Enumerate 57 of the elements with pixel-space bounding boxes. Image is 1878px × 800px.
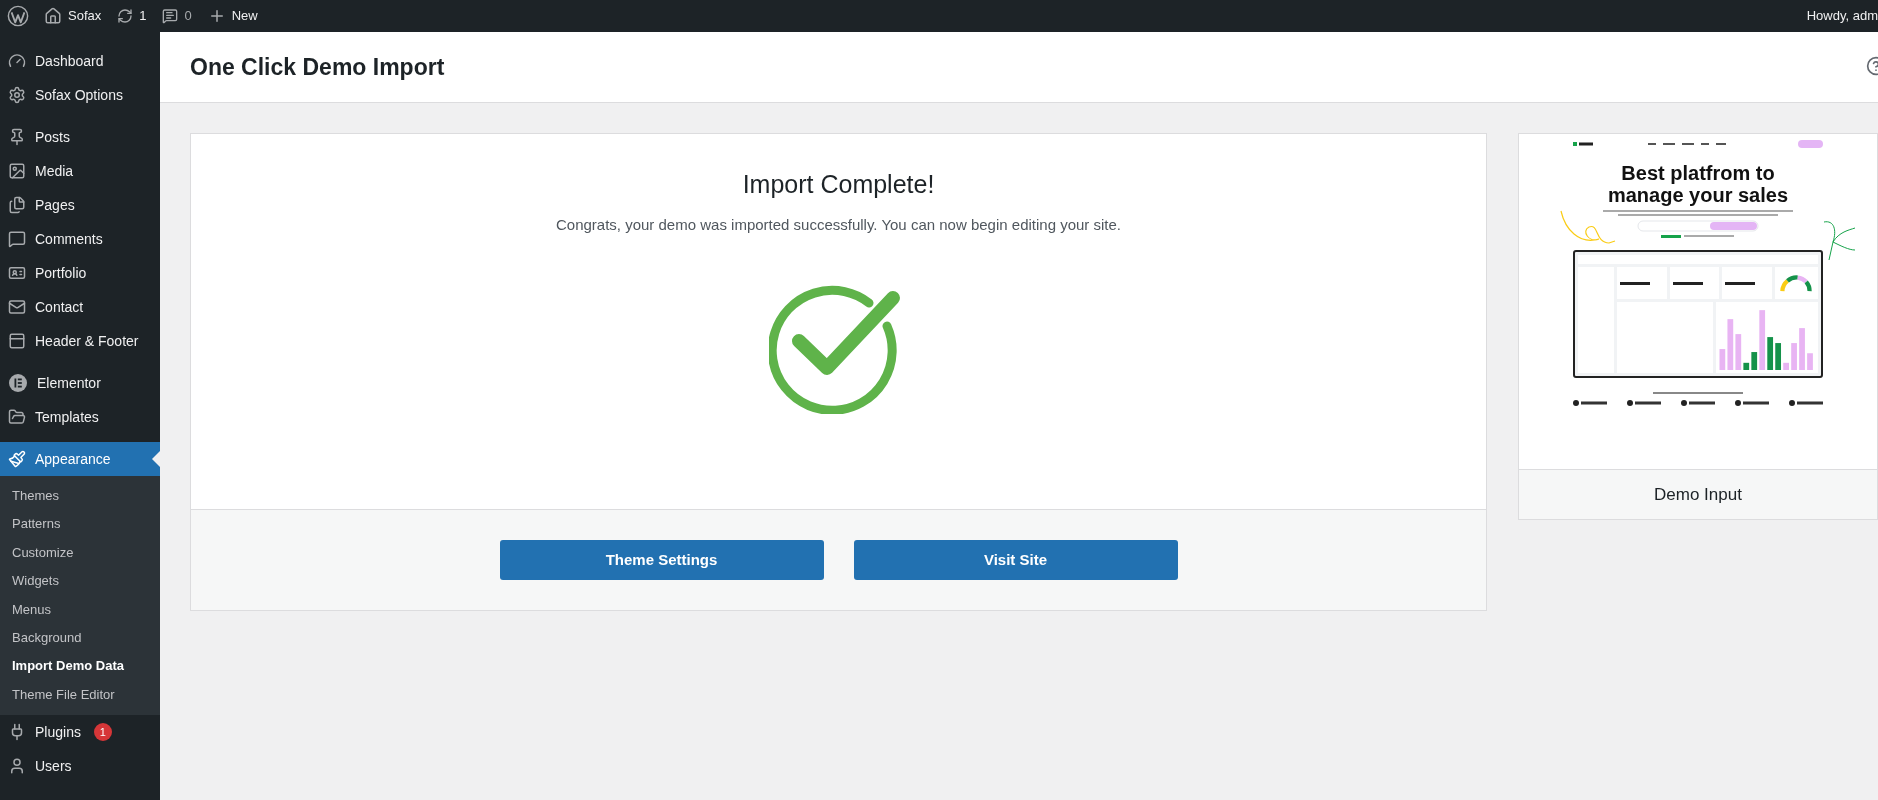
sidebar-item[interactable]: Contact: [0, 290, 160, 324]
submenu-item[interactable]: Customize: [0, 538, 160, 568]
page-title: One Click Demo Import: [190, 52, 445, 82]
result-title: Import Complete!: [742, 169, 935, 200]
wordpress-logo-icon[interactable]: [7, 5, 29, 27]
pages-icon: [8, 196, 26, 214]
action-button[interactable]: Theme Settings: [499, 540, 824, 580]
submenu-item[interactable]: Import Demo Data: [0, 652, 160, 681]
sidebar-item[interactable]: Header & Footer: [0, 324, 160, 358]
new-link[interactable]: New: [199, 0, 266, 32]
comment-icon: [8, 230, 26, 248]
preview-headline: Best platfrom to manage your sales: [1606, 162, 1790, 206]
elementor-icon: [8, 373, 28, 393]
action-button[interactable]: Visit Site: [853, 540, 1178, 580]
sidebar-item[interactable]: Plugins 1: [0, 715, 160, 750]
submenu-item[interactable]: Menus: [0, 595, 160, 624]
envelope-icon: [8, 298, 26, 316]
header-footer-icon: [8, 332, 26, 350]
sidebar-item[interactable]: Sofax Options: [0, 78, 160, 112]
submenu-item[interactable]: Theme File Editor: [0, 680, 160, 710]
dashboard-icon: [8, 52, 26, 70]
mockup-stat-card: [1617, 267, 1667, 299]
result-message: Congrats, your demo was imported successfully. You can now begin editing your site.: [556, 214, 1121, 235]
sidebar-item[interactable]: Users: [0, 749, 160, 784]
count-badge: 1: [93, 723, 112, 742]
current-menu-pointer: [152, 451, 160, 467]
sidebar-item[interactable]: Posts: [0, 120, 160, 154]
gauge-drawing: [1779, 273, 1814, 293]
sidebar-item[interactable]: Dashboard: [0, 44, 160, 78]
comments-link[interactable]: 0: [154, 0, 200, 32]
paintbrush-icon: [8, 450, 26, 468]
greeting-link[interactable]: Howdy, adm: [1806, 6, 1878, 26]
sidebar-item[interactable]: Pages: [0, 188, 160, 222]
sidebar-item[interactable]: Elementor: [0, 366, 160, 400]
sidebar-item[interactable]: Portfolio: [0, 256, 160, 290]
updates-link[interactable]: 1: [109, 0, 155, 32]
mockup-stat-card: [1669, 267, 1719, 299]
submenu-item[interactable]: Widgets: [0, 567, 160, 596]
site-name-link[interactable]: Sofax: [36, 0, 110, 32]
updates-icon: [117, 8, 134, 24]
user-icon: [8, 757, 26, 776]
sidebar-item[interactable]: Comments: [0, 222, 160, 256]
id-card-icon: [8, 264, 26, 282]
sidebar-item[interactable]: Templates: [0, 400, 160, 434]
home-icon: [44, 7, 62, 25]
preview-caption: Demo Input: [1519, 469, 1877, 519]
media-icon: [8, 162, 26, 180]
sidebar-item[interactable]: Appearance: [0, 442, 160, 476]
mockup-stat-card: [1722, 267, 1772, 299]
comment-icon: [162, 8, 179, 24]
submenu-item[interactable]: Background: [0, 623, 160, 653]
submenu-item[interactable]: Patterns: [0, 510, 160, 539]
sidebar-item[interactable]: Media: [0, 154, 160, 188]
gear-icon: [8, 86, 26, 104]
pin-icon: [8, 128, 26, 146]
folder-icon: [8, 408, 26, 426]
submenu-item[interactable]: Themes: [0, 482, 160, 511]
